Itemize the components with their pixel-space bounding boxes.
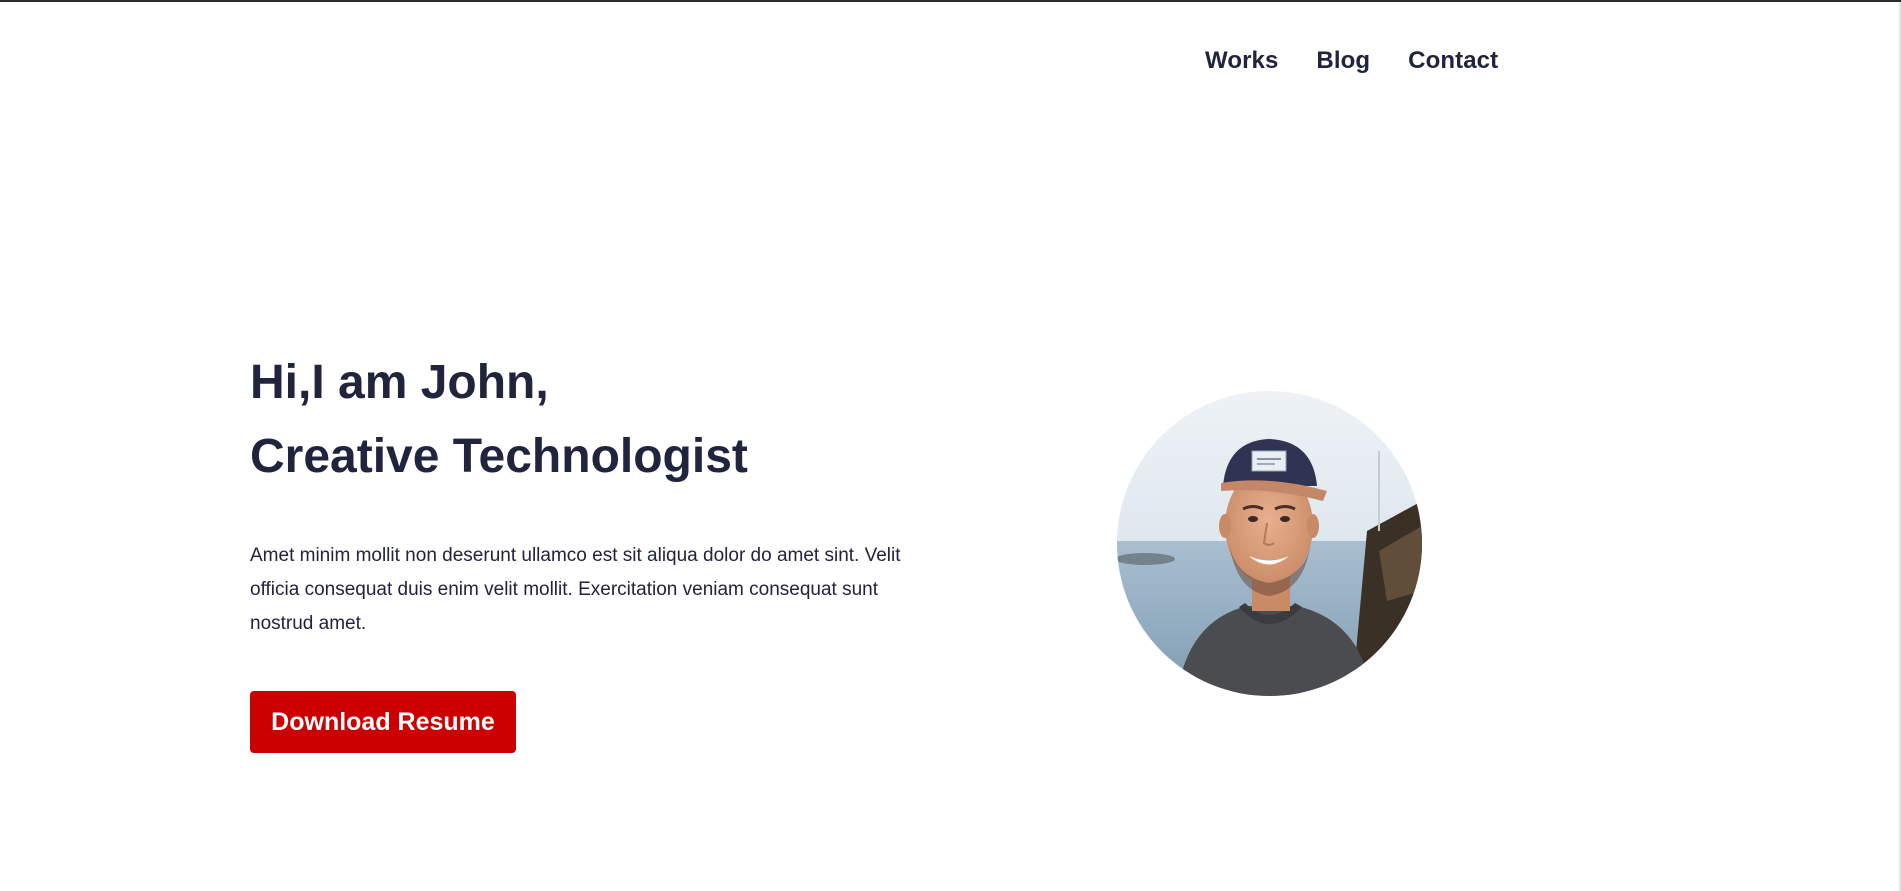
main-nav: Works Blog Contact	[1205, 46, 1498, 76]
profile-photo-icon	[1117, 391, 1422, 696]
hero-greeting: Hi,I am John,	[250, 356, 549, 409]
avatar	[1117, 391, 1422, 696]
nav-link-contact[interactable]: Contact	[1408, 46, 1498, 76]
top-border	[0, 0, 1901, 2]
nav-link-blog[interactable]: Blog	[1316, 46, 1370, 76]
nav-link-works[interactable]: Works	[1205, 46, 1278, 76]
download-resume-button[interactable]: Download Resume	[250, 691, 516, 753]
hero-title: Hi,I am John, Creative Technologist	[250, 346, 748, 494]
hero-role: Creative Technologist	[250, 430, 748, 483]
hero-description: Amet minim mollit non deserunt ullamco e…	[250, 545, 901, 634]
